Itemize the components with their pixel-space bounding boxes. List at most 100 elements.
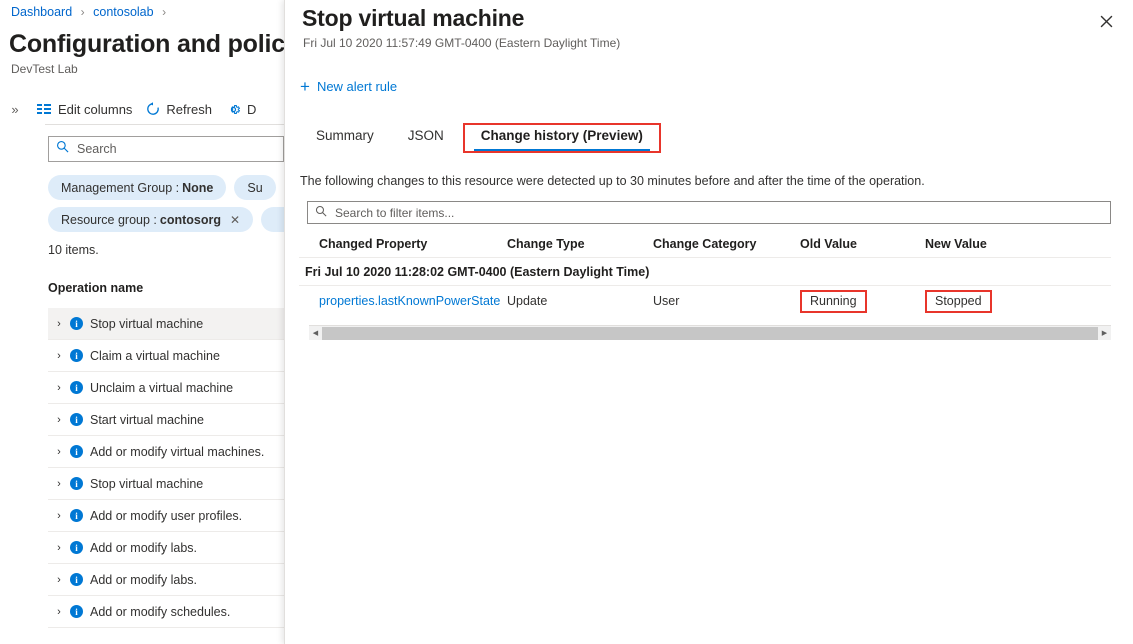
chevron-right-icon[interactable]: › [48,382,70,394]
close-button[interactable] [1093,8,1119,34]
chevron-right-icon[interactable]: › [48,478,70,490]
column-header-new-value[interactable]: New Value [925,237,1065,251]
operation-row[interactable]: › i Stop virtual machine [48,308,284,340]
filter-pill-label: Management Group : [61,180,180,195]
cell-change-category: User [653,294,680,308]
search-box[interactable] [48,136,284,162]
filter-pill-label-3: Resource group : [61,212,157,227]
operation-row[interactable]: › i Stop virtual machine [48,468,284,500]
scroll-right-arrow-icon[interactable]: ▶ [1098,326,1111,341]
chevron-right-icon[interactable]: › [48,350,70,362]
info-icon: i [70,381,83,394]
cell-changed-property: properties.lastKnownPowerState [299,294,507,308]
info-icon: i [70,445,83,458]
cell-new-value: Stopped [925,289,1065,313]
refresh-label: Refresh [166,101,212,117]
filter-pill-management-group[interactable]: Management Group : None [48,175,227,200]
cell-change-type: Update [507,294,548,308]
table-horizontal-scrollbar[interactable]: ◀ ▶ [309,325,1111,340]
operation-row[interactable]: › i Unclaim a virtual machine [48,372,284,404]
chevron-right-icon[interactable]: › [48,318,70,330]
info-icon: i [70,605,83,618]
tab-summary[interactable]: Summary [299,124,391,152]
operation-row-label: Add or modify schedules. [90,604,231,619]
filter-pill-resource-group[interactable]: Resource group : contosorg ✕ [48,207,254,232]
operation-row[interactable]: › i Add or modify labs. [48,532,284,564]
refresh-button[interactable]: Refresh [139,98,219,121]
operation-row[interactable]: › i Add or modify schedules. [48,596,284,628]
filter-pill-value-3: contosorg [159,212,221,227]
cell-old-value: Running [800,289,925,313]
blade-toolbar: » Edit columns Refresh D [0,94,284,124]
chevron-right-icon[interactable]: › [48,542,70,554]
operations-list: › i Stop virtual machine › i Claim a virtual … [48,308,284,628]
tab-change-history-label: Change history (Preview) [480,128,643,143]
new-alert-rule-label: New alert rule [316,79,398,94]
column-header-change-category[interactable]: Change Category [653,237,800,251]
filter-pill-extra[interactable] [261,207,284,232]
settings-button[interactable]: D [219,98,263,121]
operation-row-label: Add or modify labs. [90,540,197,555]
operation-row-label: Stop virtual machine [90,476,204,491]
filter-pill-value: None [182,180,214,195]
plus-icon: + [300,77,310,96]
chevron-right-icon[interactable]: › [48,510,70,522]
scrollbar-thumb[interactable] [322,326,1098,340]
column-header-changed-property[interactable]: Changed Property [299,237,507,251]
close-icon[interactable]: ✕ [230,214,240,226]
operation-name-column-header: Operation name [48,281,144,295]
filter-pill-label-2: Su [247,180,263,195]
gear-icon [226,102,241,117]
chevron-right-icon[interactable]: › [48,574,70,586]
azure-portal-screen: Dashboard › contosolab › Configuration a… [0,0,1133,644]
toolbar-divider [45,124,284,125]
filter-items-box[interactable] [307,201,1111,224]
operation-row-label: Stop virtual machine [90,316,204,331]
column-header-change-type[interactable]: Change Type [507,237,653,251]
tab-active-underline [473,148,650,151]
operation-row[interactable]: › i Add or modify virtual machines. [48,436,284,468]
table-header-row: Changed Property Change Type Change Cate… [299,230,1111,258]
chevron-right-icon[interactable]: › [48,446,70,458]
operation-row[interactable]: › i Start virtual machine [48,404,284,436]
configuration-and-policies-blade: Dashboard › contosolab › Configuration a… [0,0,284,644]
info-icon: i [70,349,83,362]
chevron-right-icon[interactable]: › [48,414,70,426]
search-icon [56,140,69,158]
operation-row[interactable]: › i Add or modify user profiles. [48,500,284,532]
filter-pill-row-1: Management Group : None Su [48,175,276,200]
stop-virtual-machine-panel: Stop virtual machine Fri Jul 10 2020 11:… [284,0,1133,644]
items-count-label: 10 items. [48,243,99,257]
tab-change-history[interactable]: Change history (Preview) [462,123,661,153]
info-icon: i [70,573,83,586]
tab-json[interactable]: JSON [391,124,461,152]
scroll-left-arrow-icon[interactable]: ◀ [309,326,322,341]
operation-row[interactable]: › i Add or modify labs. [48,564,284,596]
breadcrumb-item-contosolab[interactable]: contosolab [93,5,153,19]
changed-property-link[interactable]: properties.lastKnownPowerState [319,294,500,308]
chevron-right-icon[interactable]: › [48,606,70,618]
column-header-old-value[interactable]: Old Value [800,237,925,251]
table-row[interactable]: properties.lastKnownPowerState Update Us… [299,286,1111,316]
operation-row[interactable]: › i Claim a virtual machine [48,340,284,372]
operation-row-label: Add or modify user profiles. [90,508,243,523]
filter-pill-row-2: Resource group : contosorg ✕ [48,207,284,232]
edit-columns-button[interactable]: Edit columns [30,98,139,121]
filter-items-input[interactable] [333,204,833,221]
search-input[interactable] [75,141,265,157]
info-icon: i [70,509,83,522]
settings-label: D [246,101,257,117]
filter-pill-subscription[interactable]: Su [234,175,276,200]
info-icon: i [70,317,83,330]
panel-timestamp: Fri Jul 10 2020 11:57:49 GMT-0400 (Easte… [303,36,621,50]
operation-row-label: Claim a virtual machine [90,348,220,363]
breadcrumb-item-dashboard[interactable]: Dashboard [11,5,72,19]
new-alert-rule-button[interactable]: + New alert rule [300,78,397,95]
operation-row-label: Start virtual machine [90,412,204,427]
edit-columns-icon [37,103,52,115]
info-icon: i [70,413,83,426]
new-value-highlight: Stopped [925,289,992,313]
expand-sidebar-icon[interactable]: » [0,102,30,117]
page-title: Configuration and policies [9,30,284,58]
page-subtitle: DevTest Lab [11,62,78,76]
